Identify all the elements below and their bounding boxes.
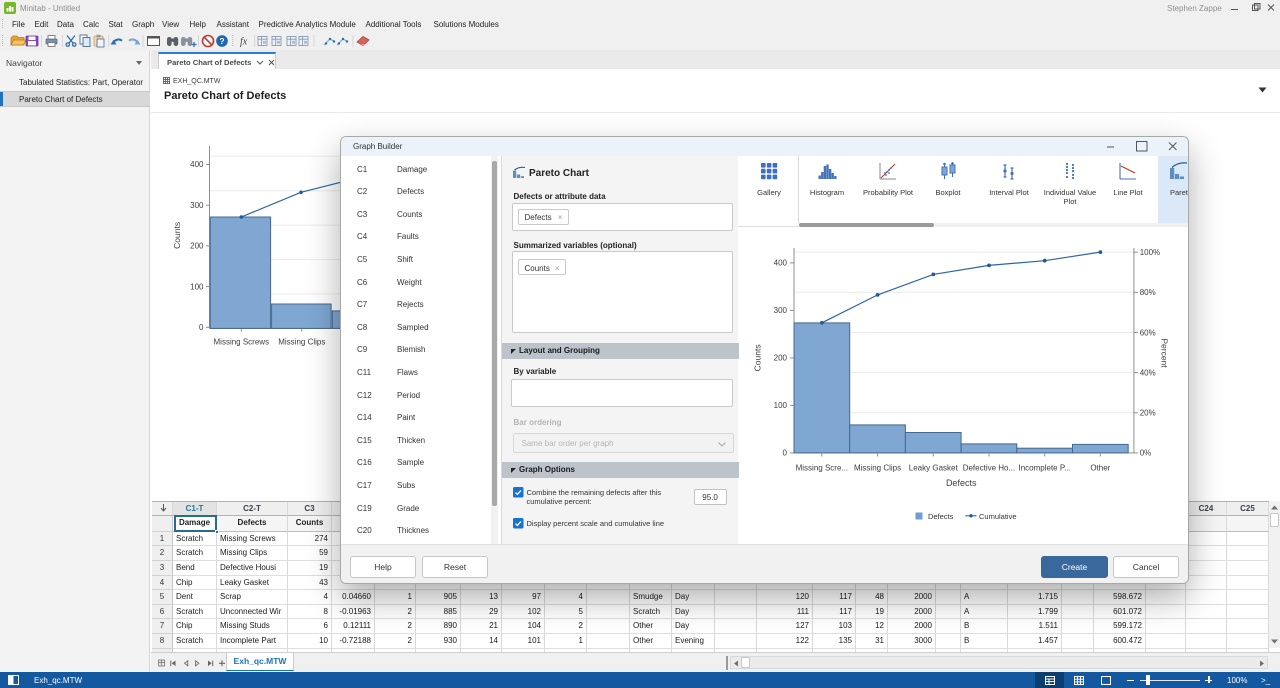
svg-text:Other: Other	[1090, 464, 1110, 473]
svg-text:Counts: Counts	[172, 222, 182, 249]
svg-text:20%: 20%	[1140, 409, 1156, 418]
svg-text:Cumulative: Cumulative	[979, 512, 1017, 521]
svg-text:60%: 60%	[1140, 328, 1156, 337]
svg-text:100: 100	[190, 282, 204, 291]
svg-text:Missing Scre...: Missing Scre...	[796, 464, 848, 473]
svg-text:Percent: Percent	[1160, 338, 1170, 368]
svg-text:Missing Clips: Missing Clips	[278, 338, 325, 347]
svg-text:Incomplete P...: Incomplete P...	[1018, 464, 1070, 473]
svg-text:200: 200	[774, 354, 788, 363]
svg-text:300: 300	[190, 201, 204, 210]
svg-text:Defective Ho...: Defective Ho...	[963, 464, 1015, 473]
svg-text:40%: 40%	[1140, 368, 1156, 377]
svg-text:0: 0	[783, 449, 788, 458]
svg-text:400: 400	[190, 160, 204, 169]
svg-text:fx: fx	[240, 37, 248, 48]
svg-text:400: 400	[774, 259, 788, 268]
svg-text:200: 200	[190, 242, 204, 251]
svg-text:Missing Clips: Missing Clips	[854, 464, 901, 473]
svg-text:Defects: Defects	[946, 478, 977, 488]
svg-text:0: 0	[199, 323, 204, 332]
svg-text:Missing Screws: Missing Screws	[214, 338, 270, 347]
svg-text:300: 300	[774, 306, 788, 315]
svg-text:100: 100	[774, 401, 788, 410]
svg-text:100%: 100%	[1140, 248, 1160, 257]
svg-text:Leaky Gasket: Leaky Gasket	[909, 464, 959, 473]
svg-text:0%: 0%	[1140, 449, 1152, 458]
svg-text:?: ?	[219, 36, 224, 46]
svg-text:Defects: Defects	[928, 512, 954, 521]
svg-text:Counts: Counts	[753, 344, 763, 371]
svg-text:80%: 80%	[1140, 288, 1156, 297]
